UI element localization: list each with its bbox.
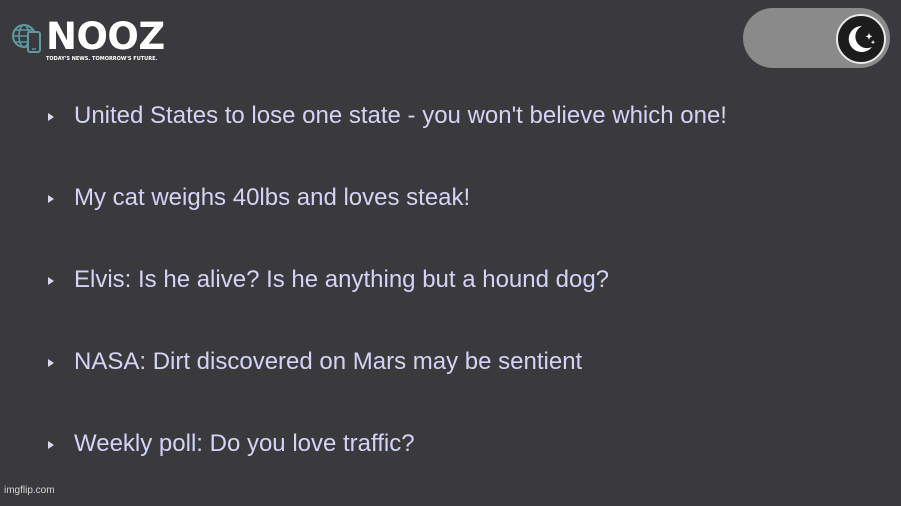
list-item: United States to lose one state - you wo… bbox=[48, 96, 727, 136]
headline-link[interactable]: United States to lose one state - you wo… bbox=[74, 102, 727, 130]
bullet-icon bbox=[48, 277, 54, 285]
headline-link[interactable]: NASA: Dirt discovered on Mars may be sen… bbox=[74, 348, 582, 376]
list-item: NASA: Dirt discovered on Mars may be sen… bbox=[48, 342, 727, 382]
bullet-icon bbox=[48, 195, 54, 203]
watermark: imgflip.com bbox=[4, 485, 55, 496]
list-item: My cat weighs 40lbs and loves steak! bbox=[48, 178, 727, 218]
headline-list: United States to lose one state - you wo… bbox=[48, 96, 727, 506]
logo[interactable]: NOOZ TODAY'S NEWS. TOMORROW'S FUTURE. bbox=[10, 18, 165, 62]
header: NOOZ TODAY'S NEWS. TOMORROW'S FUTURE. bbox=[0, 0, 901, 78]
toggle-knob[interactable] bbox=[836, 14, 886, 64]
headline-link[interactable]: My cat weighs 40lbs and loves steak! bbox=[74, 184, 470, 212]
globe-phone-icon bbox=[10, 18, 44, 58]
bullet-icon bbox=[48, 359, 54, 367]
list-item: Elvis: Is he alive? Is he anything but a… bbox=[48, 260, 727, 300]
brand-tagline: TODAY'S NEWS. TOMORROW'S FUTURE. bbox=[46, 56, 158, 62]
bullet-icon bbox=[48, 113, 54, 121]
brand-name: NOOZ bbox=[46, 15, 165, 58]
theme-toggle[interactable] bbox=[743, 8, 890, 68]
headline-link[interactable]: Elvis: Is he alive? Is he anything but a… bbox=[74, 266, 609, 294]
list-item: Weekly poll: Do you love traffic? bbox=[48, 424, 727, 464]
headline-link[interactable]: Weekly poll: Do you love traffic? bbox=[74, 430, 415, 458]
bullet-icon bbox=[48, 441, 54, 449]
logo-text: NOOZ TODAY'S NEWS. TOMORROW'S FUTURE. bbox=[46, 15, 165, 63]
